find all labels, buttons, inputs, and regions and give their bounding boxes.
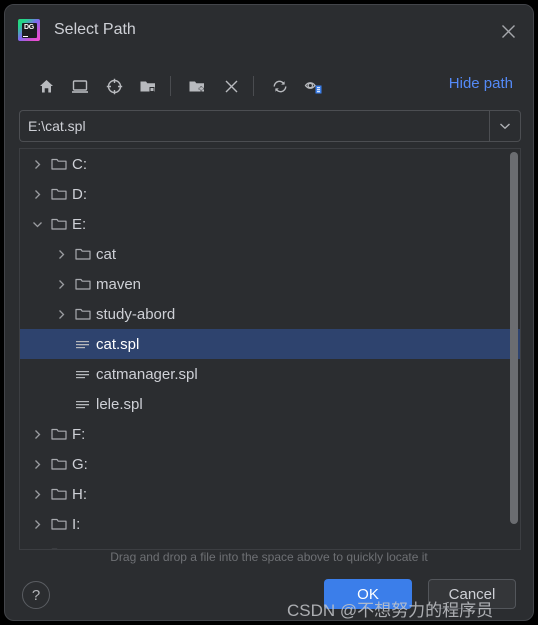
tree-row-label: C: xyxy=(72,155,87,173)
folder-icon xyxy=(72,269,94,299)
page-title: Select Path xyxy=(54,21,136,38)
tree-vertical-scrollbar[interactable] xyxy=(510,152,518,524)
project-folder-icon[interactable] xyxy=(133,71,163,101)
new-folder-icon[interactable] xyxy=(182,71,212,101)
toolbar-separator xyxy=(170,76,171,96)
refresh-icon[interactable] xyxy=(265,71,295,101)
tree-row-label: D: xyxy=(72,185,87,203)
chevron-right-icon[interactable] xyxy=(50,269,72,299)
desktop-icon[interactable] xyxy=(65,71,95,101)
folder-icon xyxy=(48,509,70,539)
dialog-titlebar: DG Select Path xyxy=(5,5,533,55)
path-field-row: E:\cat.spl xyxy=(19,110,521,142)
tree-row-label: lele.spl xyxy=(96,395,143,413)
toolbar-separator xyxy=(253,76,254,96)
help-button[interactable]: ? xyxy=(22,581,50,609)
tree-row[interactable]: maven xyxy=(20,269,520,299)
cancel-button[interactable]: Cancel xyxy=(428,579,516,609)
tree-twisty-spacer xyxy=(50,359,72,389)
chevron-right-icon[interactable] xyxy=(26,149,48,179)
tree-row[interactable]: cat xyxy=(20,239,520,269)
tree-row[interactable]: cat.spl xyxy=(20,329,520,359)
tree-row-label: maven xyxy=(96,275,142,293)
tree-row[interactable]: F: xyxy=(20,419,520,449)
delete-icon[interactable] xyxy=(216,71,246,101)
folder-icon xyxy=(48,149,70,179)
tree-twisty-spacer xyxy=(50,389,72,419)
file-icon xyxy=(72,329,94,359)
folder-icon xyxy=(48,479,70,509)
tree-row-label: H: xyxy=(72,485,87,503)
tree-row-label: G: xyxy=(72,455,88,473)
chevron-right-icon[interactable] xyxy=(26,479,48,509)
file-icon xyxy=(72,389,94,419)
tree-twisty-spacer xyxy=(50,329,72,359)
file-tree-panel[interactable]: C: D: E: cat maven study-abord cat.spl catmanag… xyxy=(19,148,521,550)
ok-button[interactable]: OK xyxy=(324,579,412,609)
tree-row-label: cat xyxy=(96,245,117,263)
tree-row[interactable]: D: xyxy=(20,179,520,209)
tree-row[interactable]: C: xyxy=(20,149,520,179)
tree-row-label: catmanager.spl xyxy=(96,365,198,383)
close-icon[interactable] xyxy=(495,18,521,44)
folder-icon xyxy=(72,239,94,269)
home-icon[interactable] xyxy=(31,71,61,101)
chevron-right-icon[interactable] xyxy=(50,239,72,269)
dialog-toolbar: Hide path xyxy=(5,63,533,109)
file-tree-list: C: D: E: cat maven study-abord cat.spl catmanag… xyxy=(20,149,520,549)
folder-icon xyxy=(48,419,70,449)
hide-path-link[interactable]: Hide path xyxy=(449,75,513,92)
folder-icon xyxy=(48,209,70,239)
chevron-down-icon[interactable] xyxy=(489,110,521,142)
tree-row[interactable]: G: xyxy=(20,449,520,479)
tree-row[interactable] xyxy=(20,539,520,549)
datagrip-icon: DG xyxy=(18,19,40,41)
tree-row[interactable]: study-abord xyxy=(20,299,520,329)
file-icon xyxy=(72,359,94,389)
folder-icon xyxy=(72,299,94,329)
tree-row-label: study-abord xyxy=(96,305,176,323)
tree-row-label: F: xyxy=(72,425,86,443)
app-icon-underscore xyxy=(23,36,28,37)
path-input[interactable]: E:\cat.spl xyxy=(19,110,489,142)
select-path-dialog: DG Select Path Hide path E:\cat.spl C: D… xyxy=(4,4,534,621)
tree-row[interactable]: E: xyxy=(20,209,520,239)
folder-icon xyxy=(48,179,70,209)
target-icon[interactable] xyxy=(99,71,129,101)
tree-row[interactable]: catmanager.spl xyxy=(20,359,520,389)
tree-row-label: cat.spl xyxy=(96,335,140,353)
folder-icon xyxy=(48,449,70,479)
chevron-down-icon[interactable] xyxy=(26,209,48,239)
chevron-right-icon[interactable] xyxy=(26,419,48,449)
tree-row-label: E: xyxy=(72,215,87,233)
tree-row[interactable]: I: xyxy=(20,509,520,539)
chevron-right-icon[interactable] xyxy=(26,539,48,549)
show-hidden-icon[interactable] xyxy=(299,71,329,101)
chevron-right-icon[interactable] xyxy=(26,179,48,209)
folder-icon xyxy=(48,539,70,549)
tree-row-label: I: xyxy=(72,515,81,533)
chevron-right-icon[interactable] xyxy=(26,509,48,539)
tree-row[interactable]: lele.spl xyxy=(20,389,520,419)
drag-drop-hint: Drag and drop a file into the space abov… xyxy=(110,550,428,564)
chevron-right-icon[interactable] xyxy=(50,299,72,329)
tree-row[interactable]: H: xyxy=(20,479,520,509)
chevron-right-icon[interactable] xyxy=(26,449,48,479)
